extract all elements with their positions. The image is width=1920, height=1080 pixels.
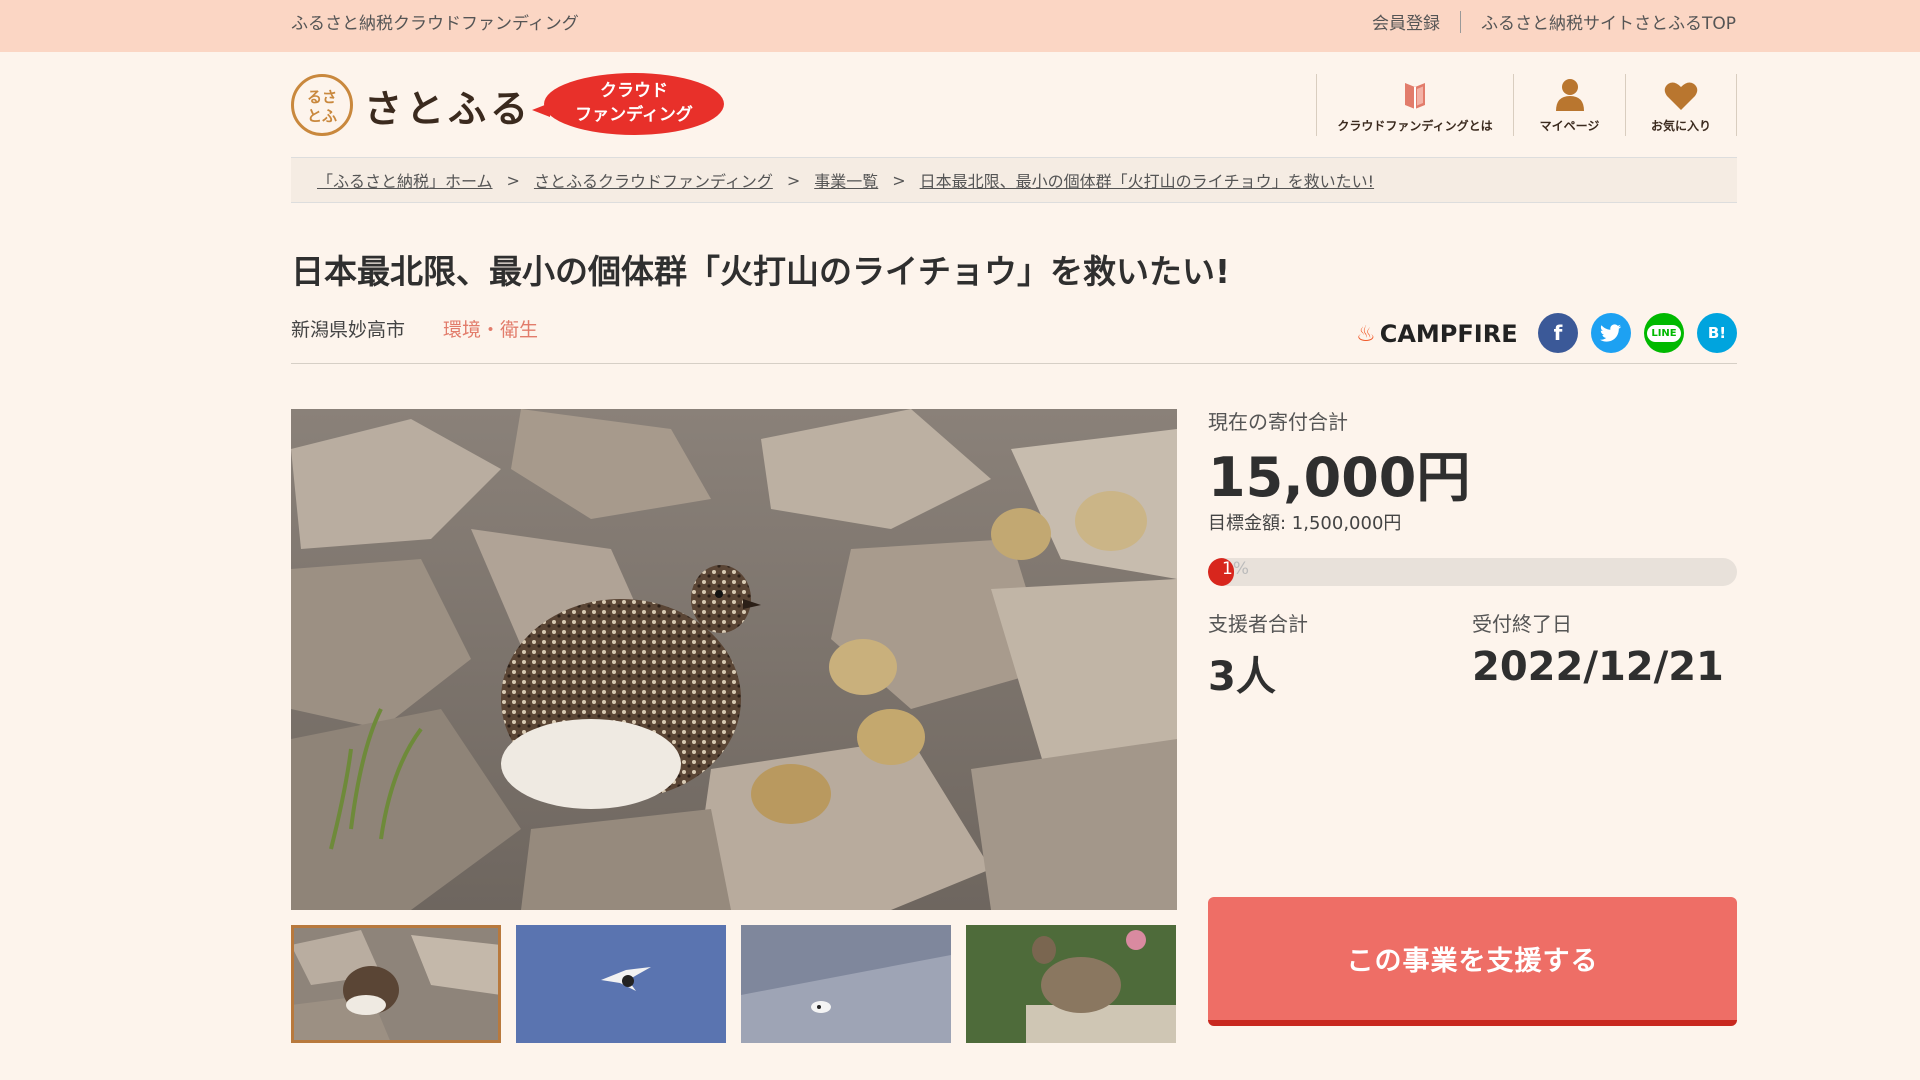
heart-icon	[1664, 82, 1698, 110]
project-location[interactable]: 新潟県妙高市	[291, 315, 405, 342]
supporters-count: 3人	[1208, 654, 1276, 700]
deadline-date: 2022/12/21	[1472, 644, 1724, 690]
thumbnail-2[interactable]	[516, 925, 726, 1043]
nav-mypage[interactable]: マイページ	[1513, 74, 1625, 136]
svg-text:とふ: とふ	[307, 107, 337, 125]
nav-label: クラウドファンディングとは	[1337, 119, 1493, 133]
top-links: 会員登録 ふるさと納税サイトさとふるTOP	[1372, 9, 1736, 34]
thumbnail-strip	[291, 925, 1177, 1043]
thumbnail-ptarmigan-image	[966, 925, 1176, 1043]
top-divider	[1459, 10, 1461, 33]
badge-line1: クラウド	[600, 81, 668, 101]
thumbnail-3[interactable]	[741, 925, 951, 1043]
line-icon: LINE	[1647, 324, 1681, 342]
flame-icon: ♨	[1356, 321, 1376, 347]
supporters-label: 支援者合計	[1208, 612, 1308, 636]
campfire-label: CAMPFIRE	[1379, 320, 1518, 348]
twitter-icon	[1600, 324, 1621, 342]
nav-label: マイページ	[1539, 119, 1600, 133]
logo-emblem-icon: るさ とふ	[307, 88, 337, 125]
hatena-icon: B!	[1707, 324, 1727, 342]
page-title: 日本最北限、最小の個体群「火打山のライチョウ」を救いたい!	[291, 252, 1231, 291]
nav-label: お気に入り	[1650, 119, 1711, 133]
progress-percent-sign: %	[1232, 559, 1249, 579]
total-donation-label: 現在の寄付合計	[1208, 410, 1348, 434]
deadline-label: 受付終了日	[1472, 612, 1572, 636]
facebook-icon: f	[1553, 321, 1563, 345]
breadcrumb-projects[interactable]: 事業一覧	[814, 168, 878, 192]
breadcrumb-separator: >	[892, 170, 906, 190]
breadcrumb-crowdfunding[interactable]: さとふるクラウドファンディング	[534, 168, 773, 192]
twitter-share-button[interactable]	[1591, 313, 1631, 353]
satofull-top-link[interactable]: ふるさと納税サイトさとふるTOP	[1481, 9, 1736, 34]
nav-about-crowdfunding[interactable]: クラウドファンディングとは	[1316, 74, 1513, 136]
breadcrumb: 「ふるさと納税」ホーム > さとふるクラウドファンディング > 事業一覧 > 日…	[291, 157, 1737, 203]
hatena-bookmark-button[interactable]: B!	[1697, 313, 1737, 353]
ptarmigan-photo	[291, 409, 1177, 910]
thumbnail-1[interactable]	[291, 925, 501, 1043]
thumbnail-4[interactable]	[966, 925, 1176, 1043]
campfire-logo[interactable]: ♨ CAMPFIRE	[1356, 320, 1518, 348]
progress-percent: 1%	[1222, 559, 1249, 579]
badge-text: クラウド ファンディング	[544, 79, 724, 127]
book-icon	[1405, 83, 1425, 109]
breadcrumb-separator: >	[786, 170, 801, 190]
site-label: ふるさと納税クラウドファンディング	[291, 14, 579, 34]
facebook-share-button[interactable]: f	[1538, 313, 1578, 353]
progress-bar	[1208, 558, 1737, 586]
breadcrumb-current[interactable]: 日本最北限、最小の個体群「火打山のライチョウ」を救いたい!	[920, 168, 1374, 192]
thumbnail-snow-image	[741, 925, 951, 1043]
progress-number: 1	[1222, 559, 1233, 579]
support-project-button[interactable]: この事業を支援する	[1208, 897, 1737, 1026]
svg-text:るさ: るさ	[307, 88, 337, 106]
total-donation-amount: 15,000円	[1208, 446, 1471, 509]
logo-emblem[interactable]: るさ とふ	[291, 74, 353, 136]
breadcrumb-home[interactable]: 「ふるさと納税」ホーム	[317, 168, 493, 192]
logo-text[interactable]: さとふる	[364, 78, 532, 133]
project-category[interactable]: 環境・衛生	[443, 315, 538, 342]
crowdfunding-badge[interactable]: クラウド ファンディング	[532, 73, 724, 135]
goal-amount: 目標金額: 1,500,000円	[1208, 513, 1402, 534]
thumbnail-rocks-image	[291, 925, 501, 1043]
line-share-button[interactable]: LINE	[1644, 313, 1684, 353]
nav-favorites[interactable]: お気に入り	[1625, 74, 1737, 136]
thumbnail-sky-bird-image	[516, 925, 726, 1043]
badge-line2: ファンディング	[575, 105, 693, 125]
top-bar: ふるさと納税クラウドファンディング 会員登録 ふるさと納税サイトさとふるTOP	[0, 0, 1920, 52]
breadcrumb-separator: >	[506, 170, 520, 190]
title-divider	[291, 363, 1737, 364]
user-icon	[1555, 79, 1584, 111]
main-project-image[interactable]	[291, 409, 1177, 910]
header-nav: クラウドファンディングとは マイページ お気に入り	[1316, 74, 1737, 136]
register-link[interactable]: 会員登録	[1372, 9, 1440, 34]
